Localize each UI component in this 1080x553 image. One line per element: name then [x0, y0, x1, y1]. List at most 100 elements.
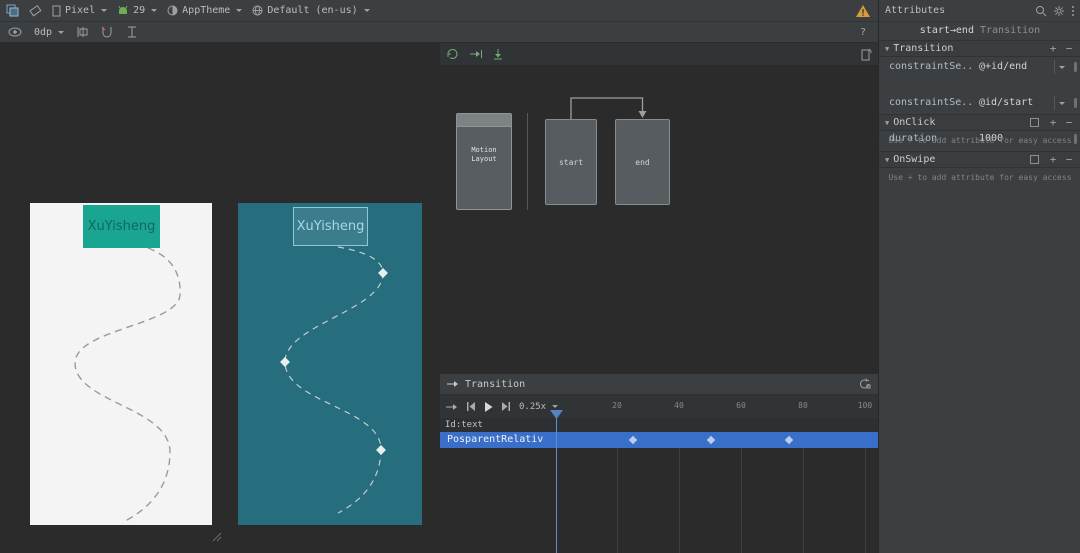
play-icon[interactable] [484, 401, 493, 412]
go-to-start-icon[interactable] [466, 402, 476, 411]
chevron-down-icon [236, 9, 243, 12]
gridline [679, 448, 680, 553]
section-onswipe[interactable]: ▼ OnSwipe + − [879, 151, 1080, 168]
motion-layout-box-header [457, 114, 511, 127]
design-view-phone: XuYisheng [30, 203, 212, 525]
device-label: Pixel [65, 5, 96, 16]
onclick-checkbox[interactable] [1030, 118, 1039, 127]
motion-path-design [74, 247, 181, 522]
attribute-value-field[interactable]: @id/start [979, 97, 1033, 108]
remove-attribute-button[interactable]: − [1063, 116, 1075, 129]
start-state-box[interactable]: start [545, 119, 597, 205]
device-selector[interactable]: Pixel [52, 5, 108, 17]
margin-label: 0dp [34, 26, 53, 38]
timeline-id-row: Id:text [440, 418, 878, 432]
add-attribute-button[interactable]: + [1047, 116, 1059, 129]
locale-label: Default (en-us) [267, 5, 358, 16]
surface-options-toolbar: 0dp ? [0, 22, 878, 43]
orientation-icon[interactable] [29, 4, 42, 17]
collapse-icon[interactable]: ▼ [885, 119, 889, 127]
timeline-keyframe-icon[interactable] [628, 435, 638, 445]
transition-suffix: Transition [973, 25, 1041, 36]
device-rotate-icon[interactable] [860, 48, 872, 61]
gridline [803, 448, 804, 553]
section-onswipe-label: OnSwipe [893, 154, 936, 165]
cycle-keyframes-icon[interactable] [858, 378, 871, 390]
chevron-down-icon [363, 9, 370, 12]
warning-icon[interactable] [856, 4, 870, 17]
collapse-icon[interactable]: ▼ [885, 45, 889, 53]
pack-icon[interactable] [126, 26, 138, 38]
keyframe-diamond[interactable] [378, 268, 388, 278]
transition-name: start→end [919, 25, 974, 36]
create-transition-icon[interactable] [469, 49, 483, 59]
add-attribute-button[interactable]: + [1047, 42, 1059, 55]
motion-layout-label: Motion Layout [471, 146, 497, 164]
resize-handle-icon[interactable] [210, 530, 222, 542]
locale-icon [252, 5, 263, 16]
default-margin-selector[interactable]: 0dp [34, 26, 65, 38]
attributes-panel: Attributes start→end Transition ▼ Transi… [878, 0, 1080, 553]
remove-attribute-button[interactable]: − [1063, 42, 1075, 55]
view-options-eye-icon[interactable] [8, 27, 22, 37]
chevron-down-icon [58, 30, 65, 34]
keyframe-diamond[interactable] [280, 357, 290, 367]
end-state-box[interactable]: end [615, 119, 670, 205]
motion-overview-panel: Motion Layout start end [440, 43, 878, 374]
timeline-keyframe-icon[interactable] [784, 435, 794, 445]
collapse-icon[interactable]: ▼ [885, 156, 889, 164]
timeline-title: Transition [465, 378, 526, 390]
design-surface-icon[interactable] [6, 4, 19, 17]
onclick-hint: Use + to add attribute for easy access [888, 136, 1072, 145]
resource-picker-icon[interactable] [1074, 62, 1077, 72]
motion-cycle-icon[interactable] [446, 48, 459, 60]
timeline-header: Transition [440, 374, 878, 395]
theme-icon [167, 5, 178, 16]
section-onclick-label: OnClick [893, 117, 936, 128]
onswipe-checkbox[interactable] [1030, 155, 1039, 164]
section-transition[interactable]: ▼ Transition + − [879, 40, 1080, 57]
motion-toolbar [440, 43, 878, 66]
api-selector[interactable]: 29 [117, 5, 158, 16]
onswipe-hint: Use + to add attribute for easy access [888, 173, 1072, 182]
attribute-row: constraintSe... @id/start [879, 94, 1080, 112]
api-label: 29 [133, 5, 146, 16]
motion-layout-box[interactable]: Motion Layout [456, 113, 512, 210]
dropdown-arrow-icon[interactable] [1054, 96, 1067, 110]
add-attribute-button[interactable]: + [1047, 153, 1059, 166]
keyframe-diamond[interactable] [376, 445, 386, 455]
chevron-down-icon [101, 9, 108, 12]
theme-selector[interactable]: AppTheme [167, 5, 243, 16]
ruler-tick: 80 [798, 401, 808, 410]
timeline-keyframe-icon[interactable] [706, 435, 716, 445]
more-icon[interactable] [1071, 5, 1075, 17]
go-to-end-icon[interactable] [501, 402, 511, 411]
locale-selector[interactable]: Default (en-us) [252, 5, 370, 16]
transition-mode-icon[interactable] [446, 403, 458, 411]
remove-attribute-button[interactable]: − [1063, 153, 1075, 166]
section-onclick[interactable]: ▼ OnClick + − [879, 114, 1080, 131]
gear-icon[interactable] [1053, 5, 1065, 17]
create-keyframe-icon[interactable] [493, 48, 503, 60]
attribute-value-field[interactable]: @+id/end [979, 61, 1027, 72]
dropdown-arrow-icon[interactable] [1054, 60, 1067, 74]
android-icon [117, 5, 129, 16]
help-icon[interactable]: ? [860, 27, 866, 38]
transition-timeline-panel: Transition 0.25x 20 40 60 80 100 Id:text… [440, 374, 878, 553]
gridline [865, 448, 866, 553]
guidelines-icon[interactable] [76, 26, 89, 38]
search-icon[interactable] [1035, 5, 1047, 17]
resource-picker-icon[interactable] [1074, 98, 1077, 108]
divider [527, 113, 528, 210]
ruler-tick: 100 [857, 401, 873, 410]
motion-path-blueprint [280, 246, 388, 514]
ruler-tick: 60 [736, 401, 746, 410]
track-label: PosparentRelativ [447, 434, 544, 445]
ruler-tick: 40 [674, 401, 684, 410]
chevron-down-icon [151, 9, 158, 12]
attributes-header: Attributes [879, 0, 1080, 22]
transition-arrow-icon [447, 380, 459, 388]
ruler-tick: 20 [612, 401, 622, 410]
clear-constraints-icon[interactable] [101, 26, 114, 38]
timeline-track-row[interactable]: PosparentRelativ [440, 432, 878, 448]
